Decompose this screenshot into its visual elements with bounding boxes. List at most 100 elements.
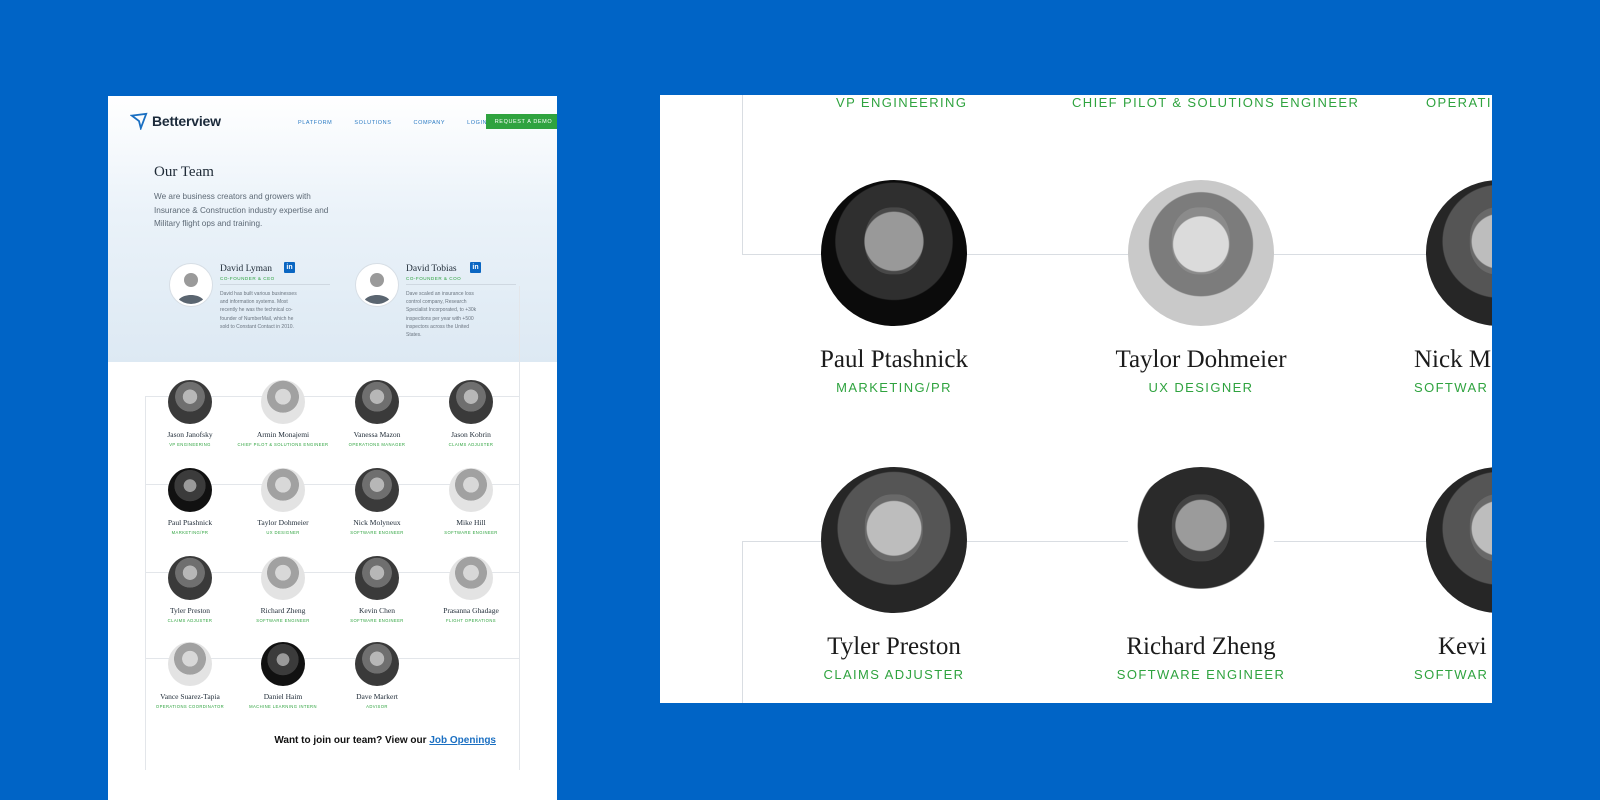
member-name: Jason Kobrin [451, 430, 491, 439]
team-member-card: Vanessa Mazon OPERATIONS MANAGER [330, 380, 424, 447]
member-role: SOFTWARE ENGINEER [444, 530, 498, 535]
request-demo-button[interactable]: REQUEST A DEMO [486, 114, 557, 129]
member-role: SOFTWARE ENGINEER [350, 618, 404, 623]
founder-card: David Tobias in CO-FOUNDER & COO Dave sc… [356, 262, 526, 354]
founder-role: CO-FOUNDER & COO [406, 276, 462, 281]
member-role: CHIEF PILOT & SOLUTIONS ENGINEER [1072, 95, 1360, 110]
founder-bio: David has built various businesses and i… [220, 291, 297, 330]
nav-link-solutions[interactable]: SOLUTIONS [354, 120, 391, 126]
team-member-card: Prasanna Ghadage FLIGHT OPERATIONS [424, 556, 518, 623]
member-name: Daniel Haim [263, 692, 303, 701]
team-member-card: Armin Monajemi CHIEF PILOT & SOLUTIONS E… [236, 380, 330, 447]
member-role: ADVISOR [366, 704, 388, 709]
member-name: Richard Zheng [1126, 633, 1276, 660]
logo-text: Betterview [152, 113, 221, 129]
logo[interactable]: Betterview [130, 112, 221, 130]
founder-name: David Lyman [220, 264, 272, 274]
member-role: CLAIMS ADJUSTER [448, 442, 494, 447]
member-photo [821, 467, 967, 613]
team-member-card: Richard Zheng SOFTWARE ENGINEER [1086, 467, 1316, 682]
member-role: VP ENGINEERING [169, 442, 211, 447]
member-name: Dave Markert [356, 692, 398, 701]
grid-line [742, 541, 743, 703]
member-photo [261, 468, 305, 512]
team-member-card: Tyler Preston CLAIMS ADJUSTER [143, 556, 237, 623]
linkedin-icon[interactable]: in [284, 262, 295, 273]
page-description: We are business creators and growers wit… [154, 192, 329, 228]
team-member-card: Richard Zheng SOFTWARE ENGINEER [236, 556, 330, 623]
page-title: Our Team [154, 164, 214, 180]
member-role: OPERATIONS MANAGER [348, 442, 406, 447]
member-role: UX DESIGNER [1148, 380, 1254, 395]
founder-avatar [170, 264, 212, 306]
team-member-card: Paul Ptashnick MARKETING/PR [143, 468, 237, 535]
founder-avatar [356, 264, 398, 306]
member-name: Kevin Chen [358, 606, 396, 615]
betterview-logo-icon [130, 112, 148, 130]
founder-role: CO-FOUNDER & CEO [220, 276, 275, 281]
member-photo [449, 468, 493, 512]
member-name: Prasanna Ghadage [443, 606, 499, 615]
member-name: Vance Suarez-Tapia [160, 692, 220, 701]
team-member-card: Daniel Haim MACHINE LEARNING INTERN [236, 642, 330, 709]
team-member-card: Mike Hill SOFTWARE ENGINEER [424, 468, 518, 535]
team-member-card: Taylor Dohmeier UX DESIGNER [236, 468, 330, 535]
team-member-card: Nick M SOFTWAR [1414, 180, 1492, 395]
member-photo [1128, 467, 1274, 613]
linkedin-icon[interactable]: in [470, 262, 481, 273]
member-name: Richard Zheng [260, 606, 306, 615]
divider [220, 284, 330, 285]
member-role: OPERATIO [1426, 95, 1492, 110]
team-member-card: Jason Kobrin CLAIMS ADJUSTER [424, 380, 518, 447]
member-role: OPERATIONS COORDINATOR [155, 704, 225, 709]
team-member-card: Vance Suarez-Tapia OPERATIONS COORDINATO… [143, 642, 237, 709]
member-role: MARKETING/PR [171, 530, 209, 535]
join-text: Want to join our team? View our [274, 735, 430, 746]
grid-line [742, 95, 743, 255]
member-photo [449, 380, 493, 424]
divider [406, 284, 516, 285]
member-photo [1426, 180, 1492, 326]
team-member-card: Taylor Dohmeier UX DESIGNER [1086, 180, 1316, 395]
nav-link-company[interactable]: COMPANY [414, 120, 446, 126]
member-name: Vanessa Mazon [353, 430, 401, 439]
member-role: SOFTWARE ENGINEER [1116, 667, 1286, 682]
member-name: Taylor Dohmeier [1115, 346, 1287, 373]
member-name: Tyler Preston [169, 606, 211, 615]
member-photo [355, 380, 399, 424]
job-openings-cta: Want to join our team? View our Job Open… [108, 735, 496, 746]
nav-link-platform[interactable]: PLATFORM [298, 120, 332, 126]
member-photo [449, 556, 493, 600]
member-name: Kevi [1438, 633, 1487, 660]
member-photo [355, 468, 399, 512]
member-photo [261, 642, 305, 686]
person-icon [177, 273, 205, 304]
team-member-card: Kevin Chen SOFTWARE ENGINEER [330, 556, 424, 623]
member-role: MARKETING/PR [836, 380, 952, 395]
member-name: Paul Ptashnick [820, 346, 968, 373]
team-member-card: Jason Janofsky VP ENGINEERING [143, 380, 237, 447]
member-photo [168, 642, 212, 686]
team-member-card: Tyler Preston CLAIMS ADJUSTER [794, 467, 994, 682]
member-name: Tyler Preston [827, 633, 961, 660]
member-photo [168, 468, 212, 512]
member-role: VP ENGINEERING [836, 95, 968, 110]
founder-card: David Lyman in CO-FOUNDER & CEO David ha… [170, 262, 340, 354]
member-name: Armin Monajemi [256, 430, 310, 439]
member-role: FLIGHT OPERATIONS [446, 618, 496, 623]
member-role: SOFTWARE ENGINEER [256, 618, 310, 623]
nav-link-login[interactable]: LOGIN [467, 120, 487, 126]
founder-name: David Tobias [406, 264, 457, 274]
member-name: Taylor Dohmeier [257, 518, 309, 527]
nav-links: PLATFORM SOLUTIONS COMPANY LOGIN [298, 120, 487, 126]
member-photo [261, 380, 305, 424]
team-page-screenshot: Betterview PLATFORM SOLUTIONS COMPANY LO… [108, 96, 557, 800]
founder-bio: Dave scaled an insurance loss control co… [406, 291, 477, 339]
member-photo [355, 556, 399, 600]
member-role: UX DESIGNER [266, 530, 300, 535]
member-photo [355, 642, 399, 686]
member-photo [1128, 180, 1274, 326]
job-openings-link[interactable]: Job Openings [429, 735, 496, 746]
member-photo [821, 180, 967, 326]
member-role: CHIEF PILOT & SOLUTIONS ENGINEER [237, 442, 329, 447]
